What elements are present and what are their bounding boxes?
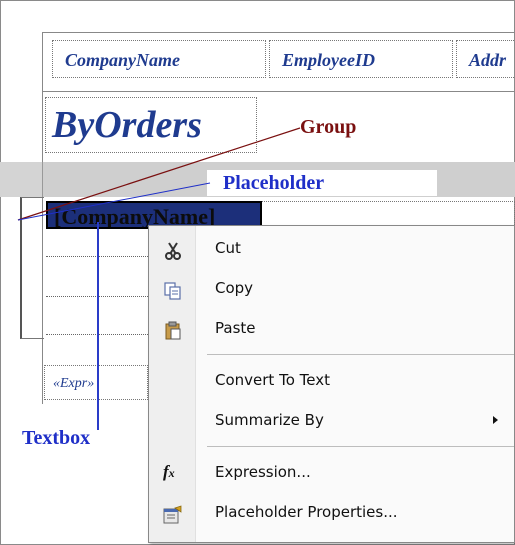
menu-item-summarize-by[interactable]: Summarize By xyxy=(149,402,514,438)
menu-item-label: Expression... xyxy=(215,463,311,481)
menu-item-label: Convert To Text xyxy=(215,371,330,389)
menu-item-label: Cut xyxy=(215,239,241,257)
menu-item-copy[interactable]: Copy xyxy=(149,270,514,306)
menu-separator xyxy=(207,354,514,355)
menu-item-label: Copy xyxy=(215,279,254,297)
menu-item-cut[interactable]: Cut xyxy=(149,230,514,266)
function-fx-icon: fx xyxy=(163,462,175,481)
properties-icon xyxy=(163,502,183,524)
context-menu: Cut Copy Paste Convert To Text Summarize xyxy=(148,225,515,543)
menu-item-convert-to-text[interactable]: Convert To Text xyxy=(149,362,514,398)
menu-separator xyxy=(207,446,514,447)
menu-item-expression[interactable]: fx Expression... xyxy=(149,454,514,490)
menu-item-label: Placeholder Properties... xyxy=(215,503,398,521)
menu-item-label: Summarize By xyxy=(215,411,324,429)
copy-icon xyxy=(163,278,183,300)
menu-item-paste[interactable]: Paste xyxy=(149,310,514,346)
paste-icon xyxy=(163,318,183,340)
menu-item-label: Paste xyxy=(215,319,256,337)
menu-item-placeholder-properties[interactable]: Placeholder Properties... xyxy=(149,494,514,530)
submenu-arrow-icon xyxy=(493,416,498,424)
group-callout-line xyxy=(17,127,301,221)
scissors-icon xyxy=(163,238,183,260)
